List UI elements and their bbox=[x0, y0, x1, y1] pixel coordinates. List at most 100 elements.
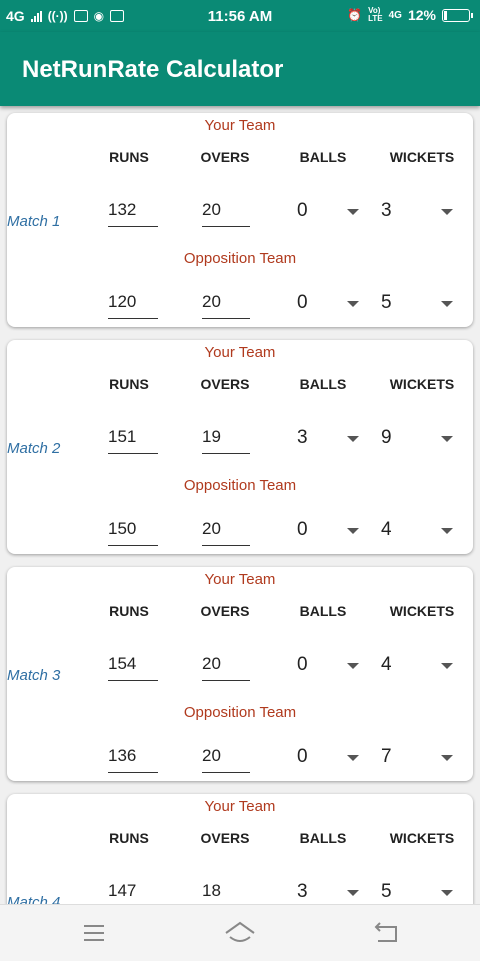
home-button[interactable] bbox=[220, 919, 260, 947]
opposition-team-label: Opposition Team bbox=[183, 250, 297, 267]
opp-balls-dropdown[interactable]: 0 bbox=[297, 290, 365, 318]
your-overs-input[interactable]: 20 bbox=[202, 198, 250, 227]
column-header-runs: RUNS bbox=[109, 603, 149, 619]
opposition-team-label: Opposition Team bbox=[183, 477, 297, 494]
your-balls-dropdown[interactable]: 3 bbox=[297, 879, 365, 904]
your-overs-input[interactable]: 19 bbox=[202, 425, 250, 454]
dropdown-arrow-icon bbox=[347, 301, 359, 307]
your-runs-input[interactable]: 151 bbox=[108, 425, 158, 454]
opp-balls-value: 0 bbox=[297, 746, 308, 767]
match-label: Match 1 bbox=[7, 213, 61, 230]
your-balls-value: 0 bbox=[297, 200, 308, 221]
your-balls-value: 3 bbox=[297, 427, 308, 448]
your-wickets-value: 5 bbox=[381, 881, 392, 902]
opp-wickets-dropdown[interactable]: 7 bbox=[381, 744, 461, 772]
app-bar: NetRunRate Calculator bbox=[0, 32, 480, 106]
your-overs-input[interactable]: 18 bbox=[202, 879, 250, 904]
your-runs-input[interactable]: 154 bbox=[108, 652, 158, 681]
match-label: Match 2 bbox=[7, 440, 61, 457]
opp-wickets-value: 4 bbox=[381, 519, 392, 540]
opp-runs-input[interactable]: 120 bbox=[108, 290, 158, 319]
your-team-label: Your Team bbox=[204, 344, 276, 361]
column-header-wickets: WICKETS bbox=[389, 376, 455, 392]
opp-balls-value: 0 bbox=[297, 519, 308, 540]
status-right: ⏰ Vo) LTE 4G 12% bbox=[347, 6, 473, 23]
opp-overs-input[interactable]: 20 bbox=[202, 517, 250, 546]
match-card: Your Team RUNS OVERS BALLS WICKETS Match 1 132… bbox=[7, 113, 473, 327]
match-label: Match 3 bbox=[7, 667, 61, 684]
your-wickets-dropdown[interactable]: 5 bbox=[381, 879, 461, 904]
battery-fill bbox=[444, 10, 447, 20]
dropdown-arrow-icon bbox=[347, 755, 359, 761]
match-list[interactable]: Your Team RUNS OVERS BALLS WICKETS Match 1 132… bbox=[0, 106, 480, 904]
menu-icon bbox=[84, 925, 104, 941]
column-header-overs: OVERS bbox=[200, 830, 250, 846]
dropdown-arrow-icon bbox=[441, 301, 453, 307]
opp-wickets-dropdown[interactable]: 5 bbox=[381, 290, 461, 318]
dropdown-arrow-icon bbox=[347, 890, 359, 896]
column-header-wickets: WICKETS bbox=[389, 603, 455, 619]
opp-balls-dropdown[interactable]: 0 bbox=[297, 517, 365, 545]
match-card: Your Team RUNS OVERS BALLS WICKETS Match 4 147… bbox=[7, 794, 473, 904]
app-title: NetRunRate Calculator bbox=[22, 56, 284, 83]
opp-wickets-dropdown[interactable]: 4 bbox=[381, 517, 461, 545]
back-button[interactable] bbox=[366, 919, 406, 947]
column-header-runs: RUNS bbox=[109, 376, 149, 392]
your-balls-value: 3 bbox=[297, 881, 308, 902]
your-wickets-dropdown[interactable]: 3 bbox=[381, 198, 461, 226]
dropdown-arrow-icon bbox=[347, 663, 359, 669]
status-bar: 4G ((·)) ◉ 11:56 AM ⏰ Vo) LTE 4G 12% bbox=[0, 0, 480, 32]
dropdown-arrow-icon bbox=[441, 528, 453, 534]
your-wickets-dropdown[interactable]: 9 bbox=[381, 425, 461, 453]
network-type-right: 4G bbox=[388, 9, 402, 21]
opp-balls-value: 0 bbox=[297, 292, 308, 313]
opp-runs-input[interactable]: 150 bbox=[108, 517, 158, 546]
home-icon bbox=[225, 921, 255, 942]
column-header-overs: OVERS bbox=[200, 149, 250, 165]
navigation-bar bbox=[0, 904, 480, 961]
column-header-wickets: WICKETS bbox=[389, 830, 455, 846]
opp-runs-input[interactable]: 136 bbox=[108, 744, 158, 773]
dropdown-arrow-icon bbox=[441, 436, 453, 442]
battery-percent: 12% bbox=[407, 7, 436, 23]
your-balls-value: 0 bbox=[297, 654, 308, 675]
volte-icon: Vo) LTE bbox=[368, 6, 383, 23]
dropdown-arrow-icon bbox=[347, 209, 359, 215]
opp-balls-dropdown[interactable]: 0 bbox=[297, 744, 365, 772]
opp-wickets-value: 5 bbox=[381, 292, 392, 313]
dropdown-arrow-icon bbox=[441, 890, 453, 896]
your-team-label: Your Team bbox=[204, 798, 276, 815]
column-header-balls: BALLS bbox=[299, 149, 347, 165]
dropdown-arrow-icon bbox=[441, 663, 453, 669]
opp-wickets-value: 7 bbox=[381, 746, 392, 767]
your-overs-input[interactable]: 20 bbox=[202, 652, 250, 681]
opp-overs-input[interactable]: 20 bbox=[202, 290, 250, 319]
your-team-label: Your Team bbox=[204, 571, 276, 588]
column-header-runs: RUNS bbox=[109, 149, 149, 165]
your-wickets-dropdown[interactable]: 4 bbox=[381, 652, 461, 680]
alarm-icon: ⏰ bbox=[347, 8, 363, 22]
your-wickets-value: 4 bbox=[381, 654, 392, 675]
dropdown-arrow-icon bbox=[347, 436, 359, 442]
your-balls-dropdown[interactable]: 0 bbox=[297, 652, 365, 680]
match-label: Match 4 bbox=[7, 894, 61, 904]
match-card: Your Team RUNS OVERS BALLS WICKETS Match 2 151… bbox=[7, 340, 473, 554]
your-runs-input[interactable]: 147 bbox=[108, 879, 158, 904]
your-team-label: Your Team bbox=[204, 117, 276, 134]
opposition-team-label: Opposition Team bbox=[183, 704, 297, 721]
column-header-balls: BALLS bbox=[299, 830, 347, 846]
back-icon bbox=[374, 922, 397, 942]
column-header-balls: BALLS bbox=[299, 376, 347, 392]
your-runs-input[interactable]: 132 bbox=[108, 198, 158, 227]
column-header-overs: OVERS bbox=[200, 603, 250, 619]
menu-button[interactable] bbox=[74, 919, 114, 947]
your-balls-dropdown[interactable]: 0 bbox=[297, 198, 365, 226]
match-card: Your Team RUNS OVERS BALLS WICKETS Match 3 154… bbox=[7, 567, 473, 781]
dropdown-arrow-icon bbox=[441, 209, 453, 215]
battery-icon bbox=[442, 8, 473, 22]
opp-overs-input[interactable]: 20 bbox=[202, 744, 250, 773]
column-header-runs: RUNS bbox=[109, 830, 149, 846]
dropdown-arrow-icon bbox=[347, 528, 359, 534]
column-header-wickets: WICKETS bbox=[389, 149, 455, 165]
your-balls-dropdown[interactable]: 3 bbox=[297, 425, 365, 453]
